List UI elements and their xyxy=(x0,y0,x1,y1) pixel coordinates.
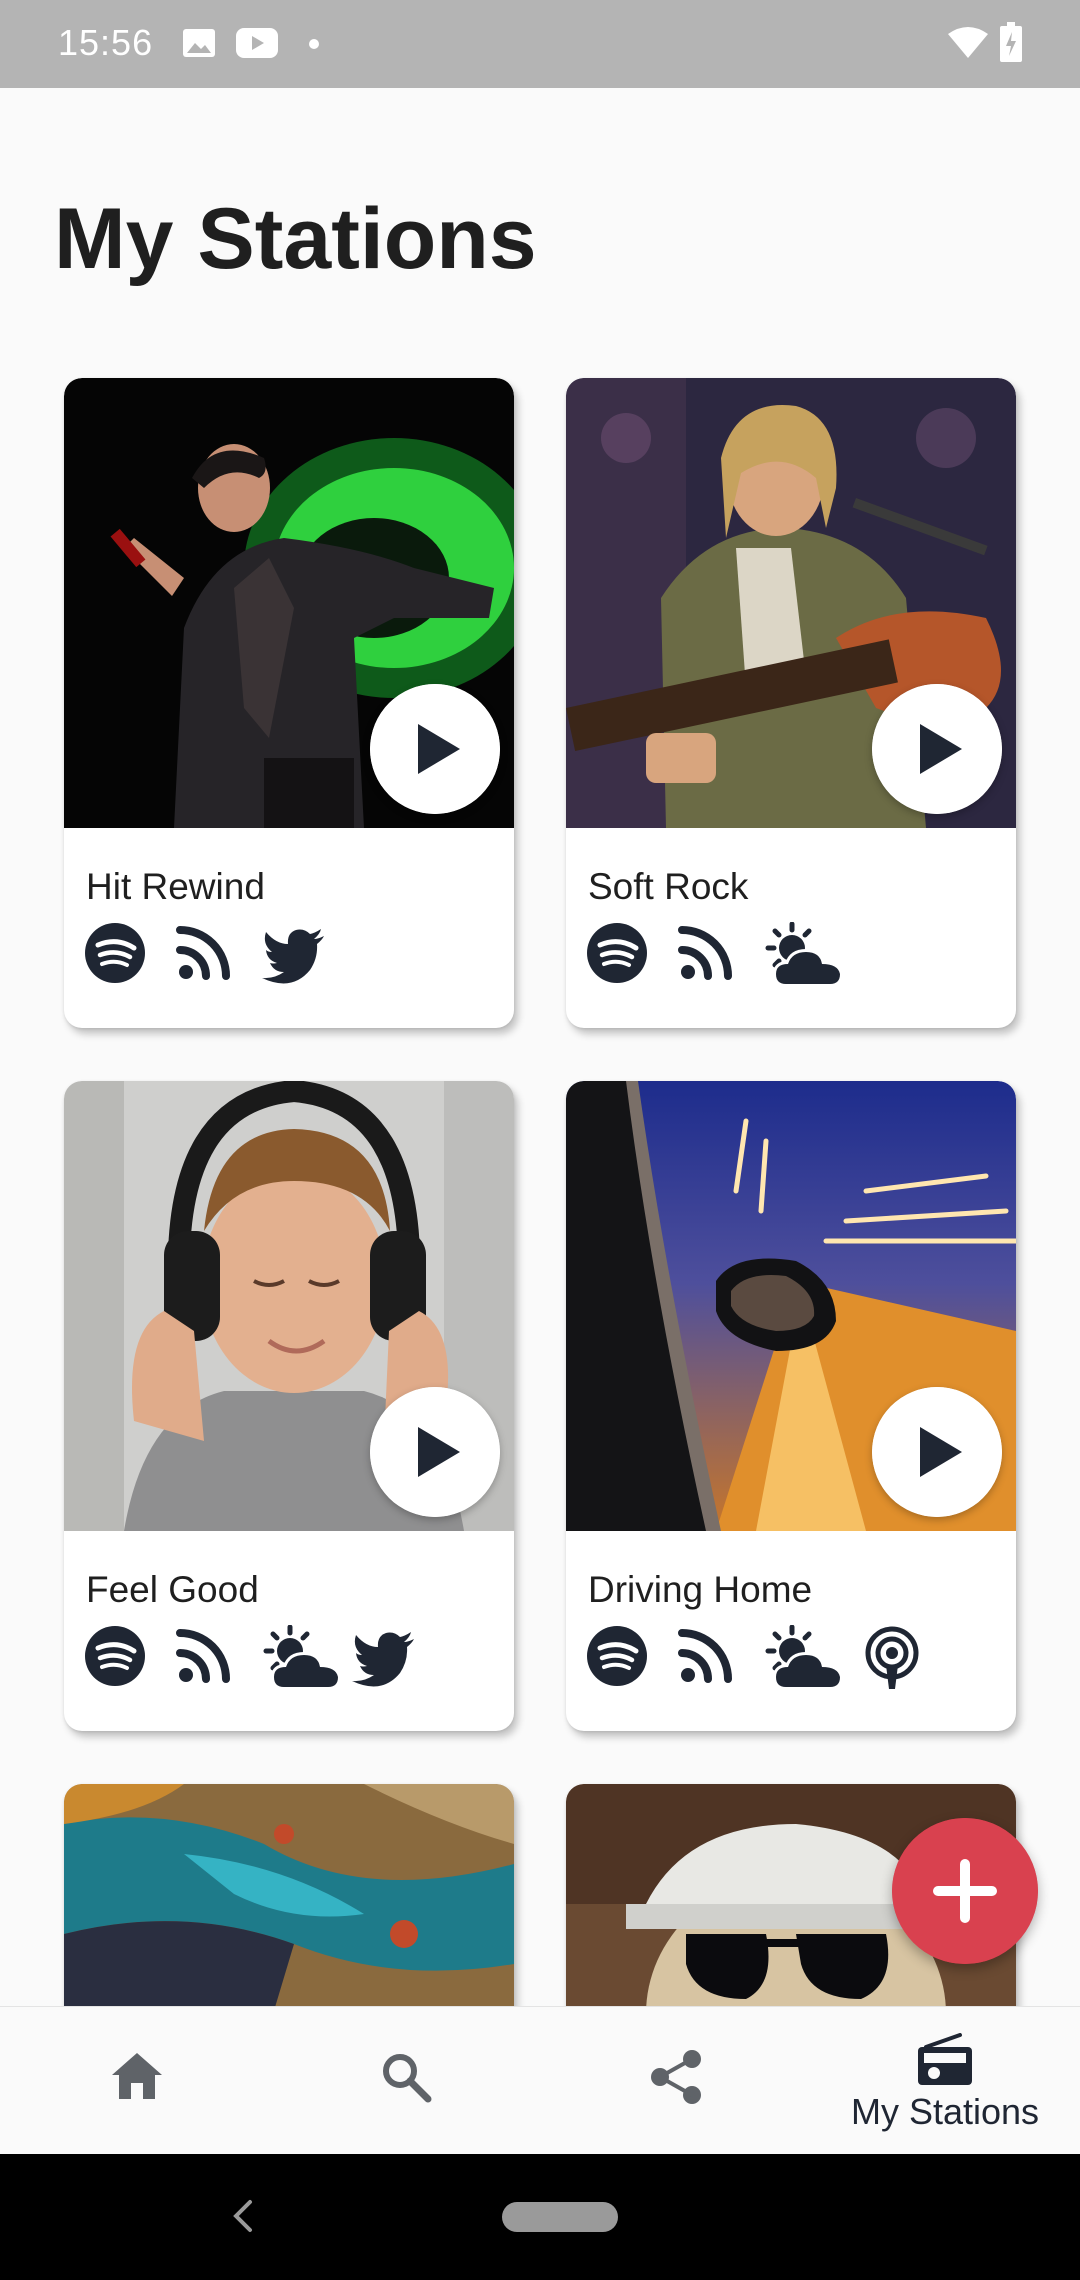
image-icon xyxy=(183,29,215,57)
system-navigation-bar xyxy=(0,2154,1080,2280)
play-button[interactable] xyxy=(370,684,500,814)
battery-charging-icon xyxy=(1000,22,1022,62)
rss-icon xyxy=(176,926,230,980)
add-station-button[interactable] xyxy=(892,1818,1038,1964)
station-card-hit-rewind[interactable]: Hit Rewind xyxy=(64,378,514,1028)
radio-icon xyxy=(918,2033,972,2085)
play-button[interactable] xyxy=(872,1387,1002,1517)
rss-icon xyxy=(678,1629,732,1683)
youtube-icon xyxy=(236,28,278,58)
rss-icon xyxy=(176,1629,230,1683)
station-card-feel-good[interactable]: Feel Good xyxy=(64,1081,514,1731)
weather-icon xyxy=(263,1625,342,1690)
nav-share[interactable] xyxy=(610,2007,740,2155)
spotify-icon xyxy=(85,923,145,983)
share-icon xyxy=(651,2050,701,2104)
status-time: 15:56 xyxy=(58,22,154,63)
weather-icon xyxy=(765,1625,844,1690)
station-name: Soft Rock xyxy=(588,866,749,907)
status-bar: 15:56 xyxy=(0,0,1080,88)
play-button[interactable] xyxy=(872,684,1002,814)
spotify-icon xyxy=(85,1626,145,1686)
home-pill-icon[interactable] xyxy=(502,2202,618,2232)
bottom-navigation: My Stations xyxy=(0,2006,1080,2155)
wifi-icon xyxy=(948,27,988,58)
twitter-icon xyxy=(352,1632,414,1687)
spotify-icon xyxy=(587,1626,647,1686)
back-icon[interactable] xyxy=(230,2198,256,2234)
twitter-icon xyxy=(262,929,324,984)
search-icon xyxy=(383,2054,432,2103)
podcast-icon xyxy=(865,1626,919,1689)
play-button[interactable] xyxy=(370,1387,500,1517)
page-title: My Stations xyxy=(54,191,537,287)
station-card-soft-rock[interactable]: Soft Rock xyxy=(566,378,1016,1028)
spotify-icon xyxy=(587,923,647,983)
nav-home[interactable] xyxy=(70,2007,200,2155)
notification-dot-icon xyxy=(309,39,319,49)
rss-icon xyxy=(678,926,732,980)
nav-search[interactable] xyxy=(340,2007,470,2155)
nav-label-my-stations: My Stations xyxy=(850,2091,1040,2132)
weather-icon xyxy=(765,922,844,987)
home-icon xyxy=(112,2053,162,2099)
station-name: Feel Good xyxy=(86,1569,259,1610)
nav-my-stations[interactable]: My Stations xyxy=(830,2007,1060,2155)
station-name: Hit Rewind xyxy=(86,866,265,907)
station-name: Driving Home xyxy=(588,1569,813,1610)
station-card-driving-home[interactable]: Driving Home xyxy=(566,1081,1016,1731)
